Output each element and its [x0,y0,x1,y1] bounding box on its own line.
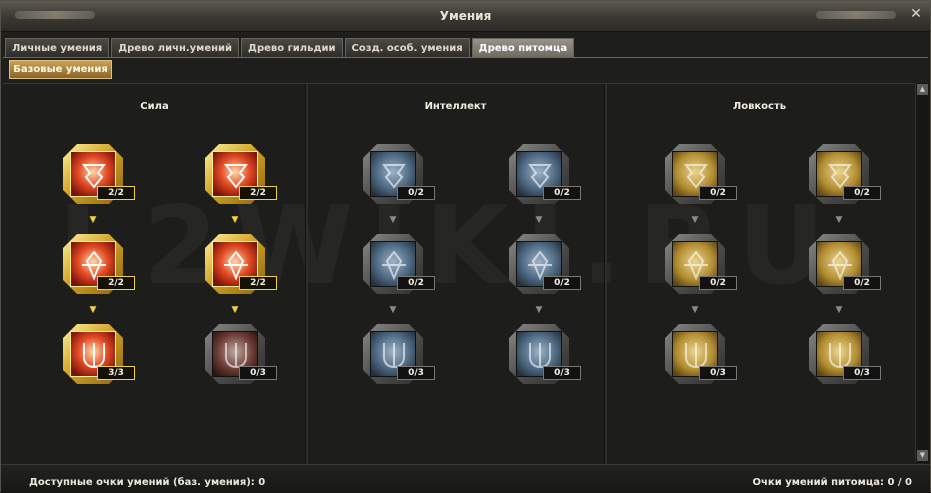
available-points-label: Доступные очки умений (баз. умения): 0 [29,477,266,488]
arrow-down-icon: ▼ [389,215,397,225]
arrow-down-icon: ▼ [89,305,97,315]
window-title: Умения [439,9,492,23]
arrow-down-icon: ▼ [535,305,543,315]
skills-window: Умения ✕ Личные умения Древо личн.умений… [0,0,931,493]
skill-level-badge: 0/2 [843,276,881,290]
skill-level-badge: 3/3 [97,366,135,380]
arrow-down-icon: ▼ [835,305,843,315]
skill-slot[interactable]: 0/2 [363,234,435,294]
skill-slot[interactable]: 0/2 [809,144,881,204]
skill-level-badge: 2/2 [97,186,135,200]
column-title: Интеллект [424,101,487,112]
skill-slot[interactable]: 0/3 [509,324,581,384]
skill-level-badge: 0/2 [699,276,737,290]
skill-slot[interactable]: 0/2 [363,144,435,204]
skill-level-badge: 0/2 [397,276,435,290]
arrow-down-icon: ▼ [691,305,699,315]
skill-level-badge: 0/3 [843,366,881,380]
arrow-down-icon: ▼ [231,215,239,225]
scroll-up-button[interactable]: ▲ [917,84,928,95]
skill-level-badge: 0/3 [699,366,737,380]
arrow-down-icon: ▼ [535,215,543,225]
close-icon[interactable]: ✕ [906,5,926,25]
skill-slot[interactable]: 2/2 [63,144,135,204]
skill-slot[interactable]: 0/3 [363,324,435,384]
arrow-down-icon: ▼ [835,215,843,225]
skill-tree-panel: L2WIKI.RU Сила2/2▼2/2▼3/32/2▼2/2▼0/3Инте… [3,83,914,464]
skill-slot[interactable]: 0/2 [665,234,737,294]
tab-pet-tree[interactable]: Древо питомца [471,38,575,57]
skill-level-badge: 0/3 [397,366,435,380]
skill-slot[interactable]: 2/2 [205,234,277,294]
skill-level-badge: 0/2 [543,276,581,290]
arrow-down-icon: ▼ [389,305,397,315]
skill-slot[interactable]: 0/3 [205,324,277,384]
tab-special-skills[interactable]: Созд. особ. умения [344,38,470,57]
skill-slot[interactable]: 2/2 [63,234,135,294]
column-divider [305,84,308,464]
skill-slot[interactable]: 0/2 [509,144,581,204]
skill-level-badge: 0/2 [397,186,435,200]
column-divider [604,84,607,464]
skill-level-badge: 0/2 [843,186,881,200]
skill-level-badge: 2/2 [239,186,277,200]
arrow-down-icon: ▼ [231,305,239,315]
footer: Доступные очки умений (баз. умения): 0 О… [1,464,930,493]
scroll-down-button[interactable]: ▼ [917,450,928,461]
pet-points-label: Очки умений питомца: 0 / 0 [752,477,912,488]
title-ornament-right [816,11,896,19]
scrollbar[interactable]: ▲ ▼ [915,83,929,463]
subtab-basic-skills[interactable]: Базовые умения [9,60,112,79]
skill-slot[interactable]: 0/3 [809,324,881,384]
skill-level-badge: 0/2 [699,186,737,200]
tab-divider [3,57,928,58]
title-bar[interactable]: Умения ✕ [1,1,930,32]
skill-slot[interactable]: 0/3 [665,324,737,384]
tab-clan-tree[interactable]: Древо гильдии [241,38,343,57]
arrow-down-icon: ▼ [89,215,97,225]
tab-personal-skills[interactable]: Личные умения [5,38,110,57]
skill-slot[interactable]: 3/3 [63,324,135,384]
title-ornament-left [15,11,95,19]
column-title: Сила [140,101,169,112]
arrow-down-icon: ▼ [691,215,699,225]
skill-level-badge: 0/3 [543,366,581,380]
tab-bar: Личные умения Древо личн.умений Древо ги… [5,38,576,58]
skill-slot[interactable]: 2/2 [205,144,277,204]
tab-personal-skill-tree[interactable]: Древо личн.умений [111,38,240,57]
skill-level-badge: 0/3 [239,366,277,380]
column-title: Ловкость [732,101,787,112]
skill-level-badge: 2/2 [239,276,277,290]
skill-slot[interactable]: 0/2 [509,234,581,294]
skill-slot[interactable]: 0/2 [665,144,737,204]
skill-level-badge: 2/2 [97,276,135,290]
skill-level-badge: 0/2 [543,186,581,200]
skill-slot[interactable]: 0/2 [809,234,881,294]
